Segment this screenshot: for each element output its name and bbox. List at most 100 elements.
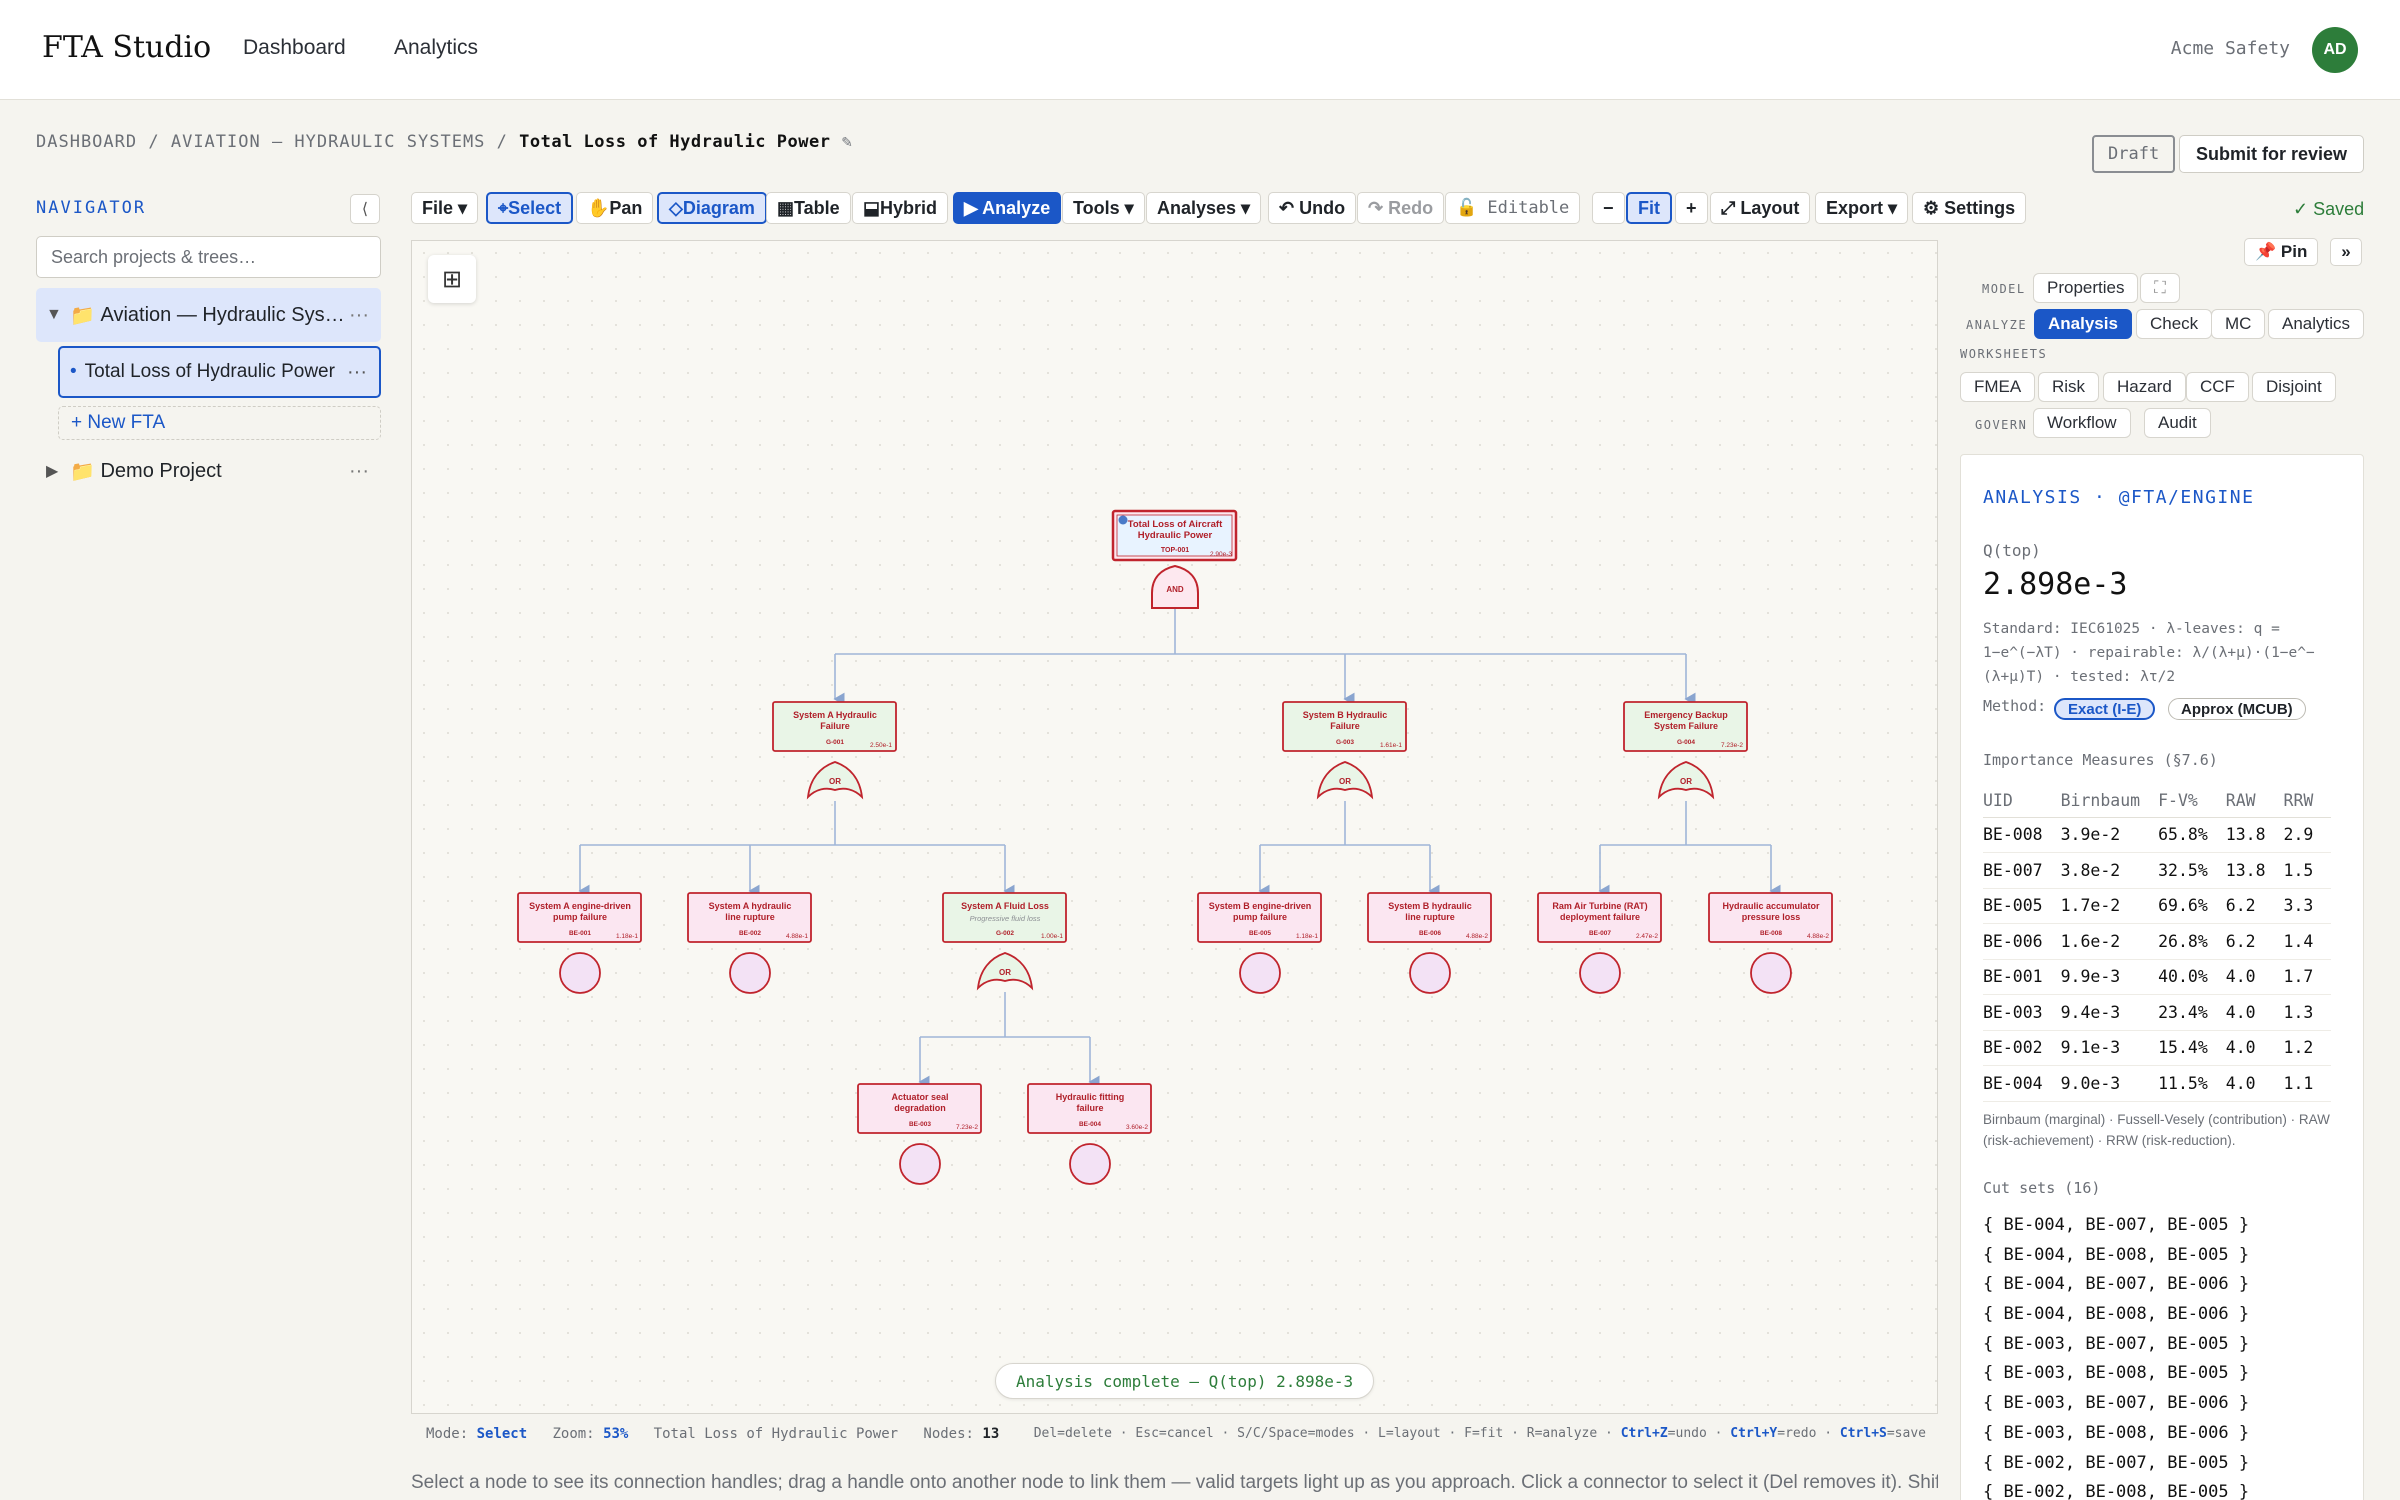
search-input[interactable] [36,236,381,278]
tab-properties[interactable]: Properties [2033,273,2139,303]
info-icon[interactable] [1118,515,1128,525]
cutset-item[interactable]: { BE-004, BE-007, BE-005 } [1983,1215,2249,1245]
tree-project-aviation[interactable]: ▼ 📁 Aviation — Hydraulic Sys… ··· [36,288,381,342]
basic-event-symbol[interactable] [1069,1143,1111,1185]
table-row[interactable]: BE-005 1.7e-2 69.6% 6.2 3.3 [1983,888,2332,924]
file-menu[interactable]: File ▾ [411,192,479,224]
pencil-icon[interactable]: ✎ [842,132,853,152]
column-header[interactable]: Birnbaum [2060,785,2159,818]
basic-event-symbol[interactable] [1409,952,1451,994]
basic-event-symbol[interactable] [729,952,771,994]
fta-node-g3[interactable]: System B Hydraulic Failure G-003 1.61e-1… [1282,701,1407,800]
cutset-item[interactable]: { BE-003, BE-008, BE-006 } [1983,1423,2249,1453]
app-brand[interactable]: FTA Studio [42,30,211,65]
undo-button[interactable]: ↶ Undo [1268,192,1357,224]
tools-menu[interactable]: Tools ▾ [1062,192,1145,224]
zoom-in-button[interactable]: + [1675,192,1708,224]
tab-ccf[interactable]: CCF [2186,372,2249,402]
zoom-out-button[interactable]: − [1592,192,1625,224]
more-icon[interactable]: ··· [349,304,369,327]
basic-event-symbol[interactable] [1579,952,1621,994]
more-icon[interactable]: ··· [349,460,369,483]
method-approx-button[interactable]: Approx (MCUB) [2168,698,2306,720]
method-exact-button[interactable]: Exact (I-E) [2054,698,2156,720]
submit-review-button[interactable]: Submit for review [2179,135,2365,173]
table-row[interactable]: BE-001 9.9e-3 40.0% 4.0 1.7 [1983,959,2332,995]
table-row[interactable]: BE-002 9.1e-3 15.4% 4.0 1.2 [1983,1030,2332,1066]
cutset-item[interactable]: { BE-002, BE-008, BE-005 } [1983,1482,2249,1500]
export-menu[interactable]: Export ▾ [1815,192,1909,224]
breadcrumb-dashboard[interactable]: DASHBOARD [36,132,137,152]
analyses-menu[interactable]: Analyses ▾ [1146,192,1262,224]
tab-hazard[interactable]: Hazard [2103,372,2186,402]
fta-node-g2[interactable]: System A Fluid Loss Progressive fluid lo… [942,892,1067,991]
tab-fmea[interactable]: FMEA [1960,372,2036,402]
tab-audit[interactable]: Audit [2144,408,2211,438]
expand-panel-button[interactable]: » [2330,238,2362,266]
cutset-item[interactable]: { BE-004, BE-008, BE-005 } [1983,1245,2249,1275]
table-row[interactable]: BE-006 1.6e-2 26.8% 6.2 1.4 [1983,923,2332,960]
table-row[interactable]: BE-003 9.4e-3 23.4% 4.0 1.3 [1983,994,2332,1031]
basic-event-symbol[interactable] [1750,952,1792,994]
fta-node-be008[interactable]: Hydraulic accumulator pressure loss BE-0… [1708,892,1833,994]
fta-node-g1[interactable]: System A Hydraulic Failure G-001 2.50e-1… [772,701,897,800]
tab-analysis[interactable]: Analysis [2034,309,2132,339]
fta-canvas[interactable]: ⊞ Total Loss of Aircraft Hydraulic Power… [411,240,1938,1414]
tab-disjoint[interactable]: Disjoint [2252,372,2336,402]
cutset-item[interactable]: { BE-003, BE-007, BE-006 } [1983,1393,2249,1423]
new-fta-button[interactable]: + New FTA [58,406,381,440]
column-header[interactable]: RRW [2283,785,2332,818]
pin-button[interactable]: 📌 Pin [2244,238,2319,266]
tab-workflow[interactable]: Workflow [2033,408,2131,438]
settings-button[interactable]: ⚙ Settings [1912,192,2027,224]
fta-node-be006[interactable]: System B hydraulic line rupture BE-006 4… [1367,892,1492,994]
cutset-item[interactable]: { BE-003, BE-007, BE-005 } [1983,1334,2249,1364]
table-row[interactable]: BE-004 9.0e-3 11.5% 4.0 1.1 [1983,1065,2332,1102]
collapse-sidebar-button[interactable]: ⟨ [350,194,380,224]
fta-node-be007[interactable]: Ram Air Turbine (RAT) deployment failure… [1537,892,1662,994]
hybrid-view-button[interactable]: ⬓Hybrid [852,192,949,224]
caret-down-icon[interactable]: ▼ [46,306,70,324]
fta-node-be004[interactable]: Hydraulic fitting failure BE-004 3.60e-2 [1027,1083,1152,1185]
fta-node-be002[interactable]: System A hydraulic line rupture BE-002 4… [687,892,812,994]
select-mode-button[interactable]: ⌖Select [486,192,574,224]
more-icon[interactable]: ··· [347,361,367,384]
tab-risk[interactable]: Risk [2038,372,2100,402]
basic-event-symbol[interactable] [559,952,601,994]
fta-node-g4[interactable]: Emergency Backup System Failure G-004 7.… [1623,701,1748,800]
tab-check[interactable]: Check [2136,309,2213,339]
avatar[interactable]: AD [2312,27,2358,73]
column-header[interactable]: UID [1983,785,2061,818]
fullscreen-icon[interactable]: ⛶ [2140,273,2180,303]
fta-node-top[interactable]: Total Loss of Aircraft Hydraulic Power T… [1111,509,1238,609]
fta-node-be001[interactable]: System A engine-driven pump failure BE-0… [517,892,642,994]
tree-item-fta[interactable]: • Total Loss of Hydraulic Power ··· [58,346,381,398]
table-row[interactable]: BE-008 3.9e-2 65.8% 13.8 2.9 [1983,817,2332,853]
analyze-button[interactable]: ▶ Analyze [953,192,1062,224]
layout-button[interactable]: ⤢ Layout [1710,192,1811,224]
cutset-item[interactable]: { BE-003, BE-008, BE-005 } [1983,1363,2249,1393]
cutset-item[interactable]: { BE-002, BE-007, BE-005 } [1983,1453,2249,1483]
basic-event-symbol[interactable] [1239,952,1281,994]
nav-dashboard[interactable]: Dashboard [243,36,346,60]
tab-analytics[interactable]: Analytics [2268,309,2365,339]
column-header[interactable]: F-V% [2158,785,2226,818]
basic-event-symbol[interactable] [899,1143,941,1185]
fit-button[interactable]: Fit [1626,192,1672,224]
editable-toggle[interactable]: 🔓 Editable [1445,192,1581,224]
table-view-button[interactable]: ▦Table [766,192,851,224]
tree-project-demo[interactable]: ▶ 📁 Demo Project ··· [36,444,381,498]
nav-analytics[interactable]: Analytics [394,36,478,60]
tab-mc[interactable]: MC [2211,309,2266,339]
fta-node-be003[interactable]: Actuator seal degradation BE-003 7.23e-2 [857,1083,982,1185]
breadcrumb-project[interactable]: AVIATION — HYDRAULIC SYSTEMS [171,132,486,152]
cutset-item[interactable]: { BE-004, BE-007, BE-006 } [1983,1274,2249,1304]
cutset-item[interactable]: { BE-004, BE-008, BE-006 } [1983,1304,2249,1334]
pan-mode-button[interactable]: ✋Pan [576,192,654,224]
fta-node-be005[interactable]: System B engine-driven pump failure BE-0… [1197,892,1322,994]
caret-right-icon[interactable]: ▶ [46,461,70,481]
table-row[interactable]: BE-007 3.8e-2 32.5% 13.8 1.5 [1983,852,2332,889]
redo-button[interactable]: ↷ Redo [1357,192,1445,224]
diagram-view-button[interactable]: ◇Diagram [657,192,767,224]
column-header[interactable]: RAW [2225,785,2284,818]
